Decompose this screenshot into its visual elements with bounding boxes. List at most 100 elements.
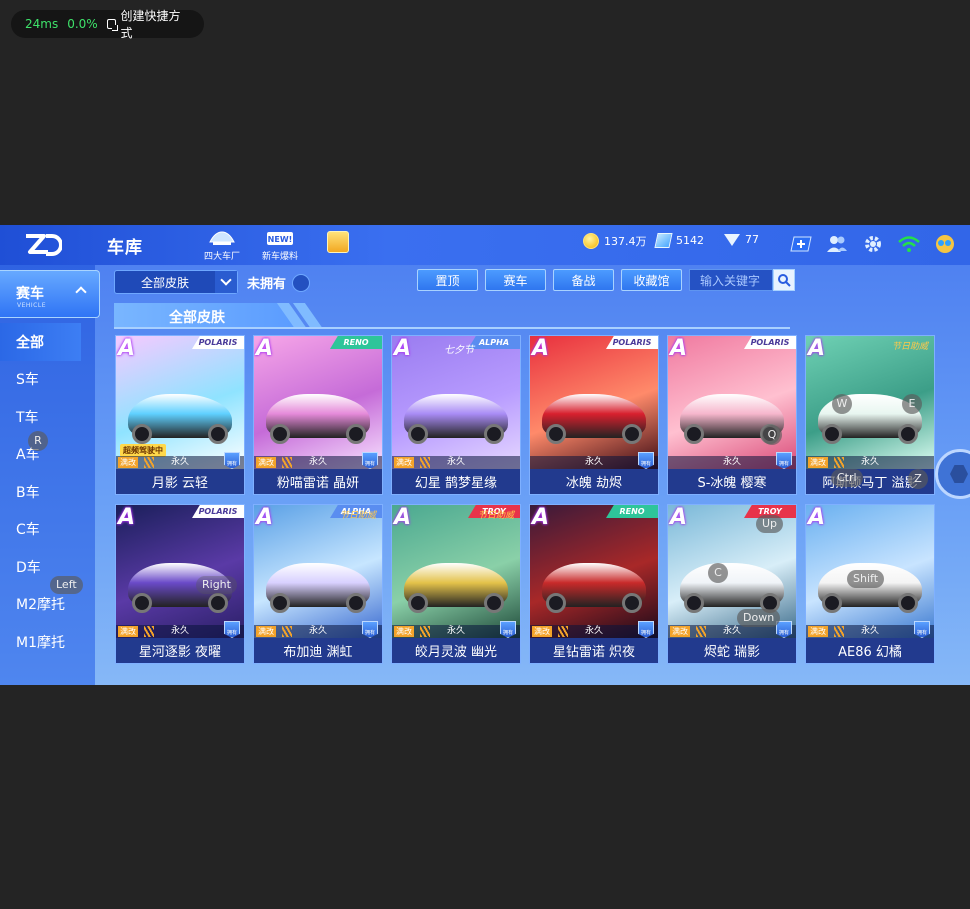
keymap-hint: Down xyxy=(737,609,781,627)
skin-card[interactable]: A TROY 节日助威 满改 永久 拥有 皎月灵波 幽光 xyxy=(391,504,521,664)
ticket-amount: 5142 xyxy=(676,234,704,247)
wheel xyxy=(132,593,152,613)
tab-race-car[interactable]: 赛车 xyxy=(485,269,546,291)
search-button[interactable] xyxy=(773,269,795,291)
top-bar: 车库 四大车厂 NEW! 新车爆料 137.4万 5142 77 xyxy=(0,225,970,265)
skin-card[interactable]: A POLARIS 永久 拥有 冰魄 劫烬 xyxy=(529,335,659,495)
top-nav: 四大车厂 NEW! 新车爆料 xyxy=(200,227,360,262)
keymap-hint: Z xyxy=(908,469,928,489)
skin-artwork xyxy=(254,336,382,469)
skin-card[interactable]: A ALPHA 节日助威 满改 永久 拥有 布加迪 渊虹 xyxy=(253,504,383,664)
sidebar-item[interactable]: S车 xyxy=(0,361,95,399)
wheel xyxy=(898,593,918,613)
skin-card[interactable]: A POLARIS 超频驾驶中 满改 永久 拥有 月影 云轻 xyxy=(115,335,245,495)
coin-amount: 137.4万 xyxy=(604,235,647,248)
skin-artwork xyxy=(668,336,796,469)
friends-button[interactable] xyxy=(824,231,850,257)
category-selector[interactable]: 赛车 VEHICLE xyxy=(0,270,100,318)
gift-icon xyxy=(327,231,349,253)
wheel xyxy=(684,424,704,444)
skin-name: S-冰魄 樱寒 xyxy=(668,469,796,494)
keymap-hint: R xyxy=(28,431,48,451)
create-shortcut-button[interactable]: 创建快捷方式 xyxy=(106,7,190,41)
tab-pin-top[interactable]: 置顶 xyxy=(417,269,478,291)
keymap-hint: E xyxy=(902,394,922,414)
category-sidebar: 赛车 VEHICLE 全部 S车 T车 A车 B车 C车 D车 M2摩托 M1摩托 xyxy=(0,265,100,685)
top-right-icons xyxy=(788,231,958,257)
nav-new-car-news[interactable]: NEW! 新车爆料 xyxy=(258,227,302,262)
skin-name: 烬蛇 瑞影 xyxy=(668,638,796,663)
nav-car-factories[interactable]: 四大车厂 xyxy=(200,227,244,262)
wheel xyxy=(270,424,290,444)
new-badge-icon: NEW! xyxy=(265,227,295,249)
sidebar-item[interactable]: M2摩托 xyxy=(0,586,95,624)
side-drawer-handle[interactable] xyxy=(935,449,970,499)
brand-badge: POLARIS xyxy=(192,505,244,518)
skin-card[interactable]: A ALPHA 七夕节 满改 永久 幻星 鹊梦星缘 xyxy=(391,335,521,495)
ticket-balance: 5142 xyxy=(654,233,704,248)
grade-badge: A xyxy=(670,505,688,530)
skin-card[interactable]: A RENO 满改 永久 拥有 粉喵雷诺 晶妍 xyxy=(253,335,383,495)
wheel xyxy=(208,424,228,444)
sidebar-item[interactable]: C车 xyxy=(0,511,95,549)
skin-card[interactable]: A RENO 满改 永久 拥有 星钻雷诺 炽夜 xyxy=(529,504,659,664)
nav-gift[interactable] xyxy=(316,227,360,262)
sidebar-item[interactable]: M1摩托 xyxy=(0,623,95,661)
skin-name: 冰魄 劫烬 xyxy=(530,469,658,494)
sidebar-item[interactable]: 全部 xyxy=(0,323,81,361)
brand-badge: POLARIS xyxy=(744,336,796,349)
wheel xyxy=(822,424,842,444)
status-row: 满改 永久 xyxy=(806,456,934,469)
diamond-icon xyxy=(724,233,740,246)
wheel xyxy=(684,593,704,613)
sidebar-item[interactable]: T车 xyxy=(0,398,95,436)
keymap-hint: Up xyxy=(756,515,784,533)
unowned-checkbox[interactable] xyxy=(292,273,311,292)
search-input[interactable]: 输入关键字 xyxy=(689,269,773,291)
sidebar-item[interactable]: B车 xyxy=(0,473,95,511)
grade-badge: A xyxy=(670,336,688,361)
status-row: 满改 永久 拥有 xyxy=(254,621,382,638)
event-tag: 节日助威 xyxy=(891,342,928,352)
nav-new-car-news-label: 新车爆料 xyxy=(261,252,298,262)
chevron-up-icon xyxy=(75,286,87,298)
unowned-label: 未拥有 xyxy=(247,277,287,292)
tab-prepare[interactable]: 备战 xyxy=(553,269,614,291)
skin-card[interactable]: A POLARIS 永久 拥有 S-冰魄 樱寒 xyxy=(667,335,797,495)
grade-badge: A xyxy=(256,505,274,530)
event-tag: 节日助威 xyxy=(477,511,514,521)
chevron-down-icon xyxy=(215,271,237,293)
wheel xyxy=(822,593,842,613)
skin-filter-dropdown[interactable]: 全部皮肤 xyxy=(114,270,238,294)
keymap-hint: C xyxy=(708,563,728,583)
grade-badge: A xyxy=(808,505,826,530)
grade-badge: A xyxy=(532,336,550,361)
settings-button[interactable] xyxy=(860,231,886,257)
status-row: 满改 永久 拥有 xyxy=(392,621,520,638)
gear-icon xyxy=(865,236,881,252)
grade-badge: A xyxy=(808,336,826,361)
brand-badge: POLARIS xyxy=(192,336,244,349)
wheel xyxy=(346,424,366,444)
latency-readout: 24ms xyxy=(25,17,59,31)
game-viewport: 车库 四大车厂 NEW! 新车爆料 137.4万 5142 77 赛车 VEHI… xyxy=(0,225,970,685)
tab-collection[interactable]: 收藏馆 xyxy=(621,269,682,291)
skin-artwork xyxy=(530,505,658,638)
skin-name: 星河逐影 夜曜 xyxy=(116,638,244,663)
keymap-hint: Shift xyxy=(847,570,885,588)
recharge-button[interactable] xyxy=(788,231,814,257)
coin-balance: 137.4万 xyxy=(583,233,647,249)
festival-tag: 七夕节 xyxy=(444,345,474,356)
duration-label: 永久 xyxy=(446,457,465,467)
category-list: 全部 S车 T车 A车 B车 C车 D车 M2摩托 M1摩托 xyxy=(0,323,95,661)
wheel xyxy=(622,593,642,613)
status-row: 满改 永久 xyxy=(392,456,520,469)
svg-text:NEW!: NEW! xyxy=(268,235,293,244)
brand-badge: RENO xyxy=(606,505,658,518)
section-header: 全部皮肤 xyxy=(114,303,790,329)
grade-badge: A xyxy=(118,505,136,530)
skin-name: 星钻雷诺 炽夜 xyxy=(530,638,658,663)
unowned-toggle[interactable]: 未拥有 xyxy=(247,273,311,292)
section-title: 全部皮肤 xyxy=(169,310,225,326)
avatar[interactable] xyxy=(932,231,958,257)
